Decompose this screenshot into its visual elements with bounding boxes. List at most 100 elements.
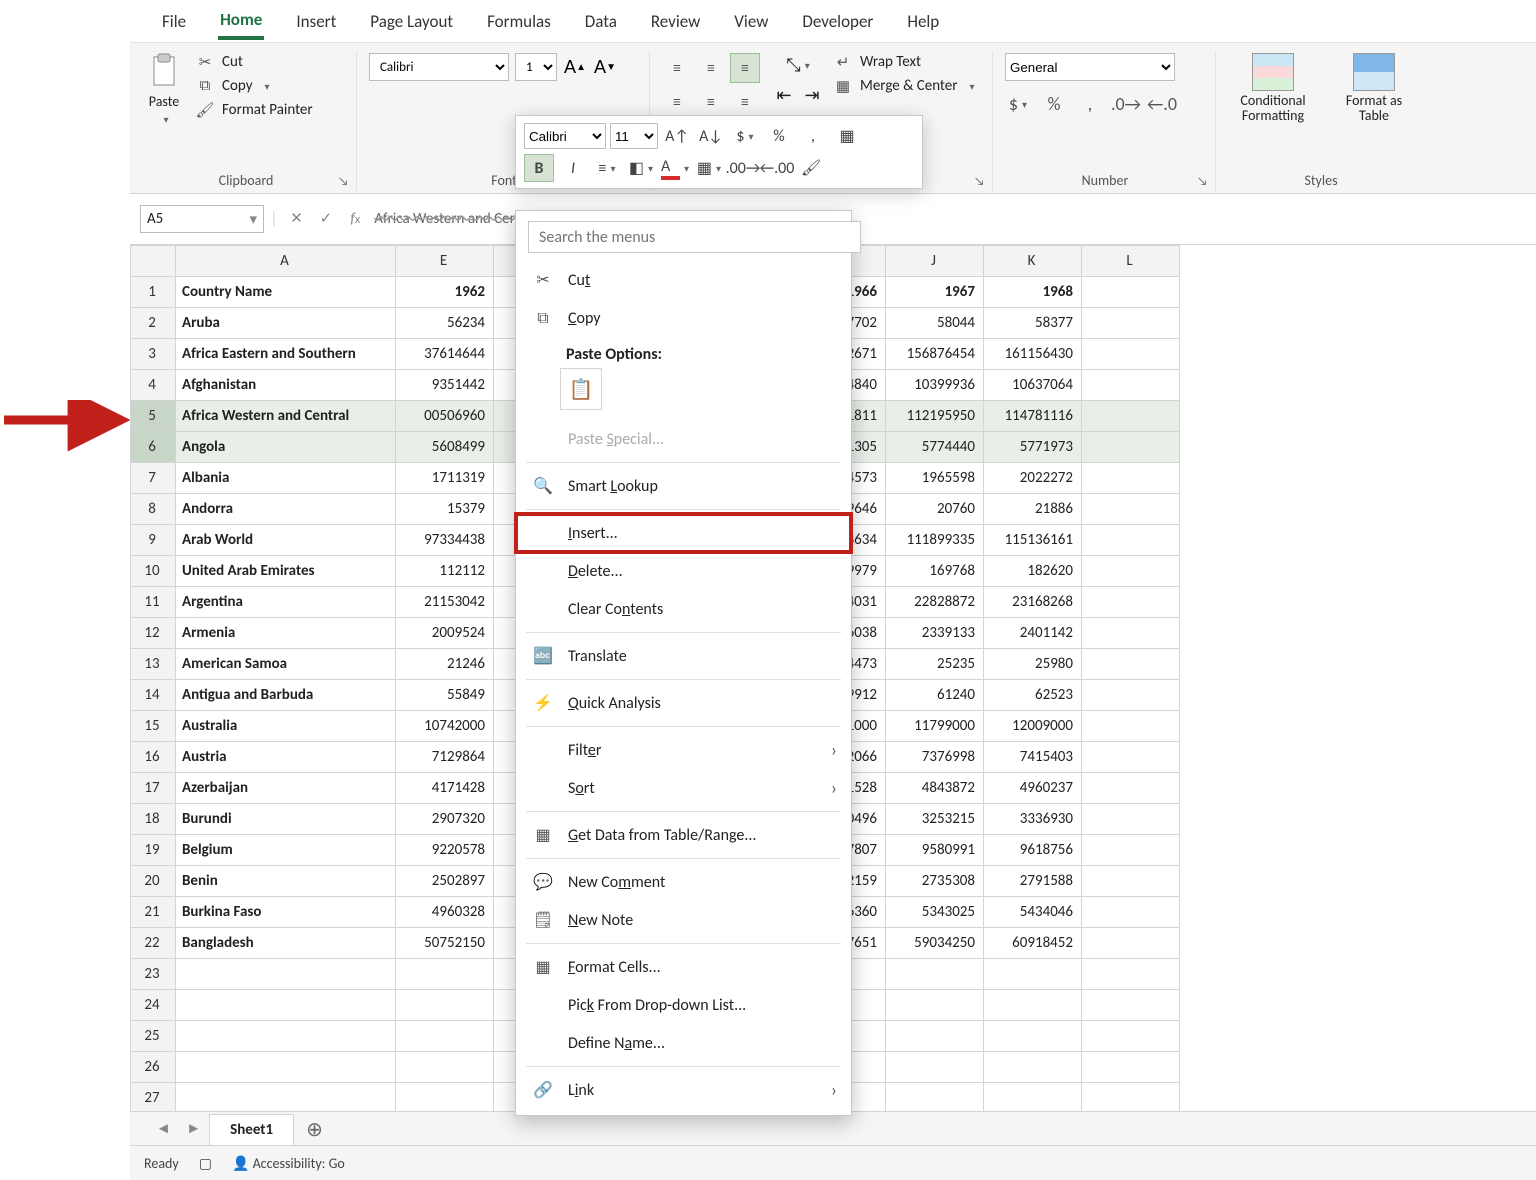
cell[interactable]: 10399936: [886, 370, 984, 401]
align-top[interactable]: ≡: [662, 53, 692, 83]
cell[interactable]: 1965598: [886, 463, 984, 494]
cell[interactable]: [1082, 711, 1180, 742]
cell[interactable]: 22828872: [886, 587, 984, 618]
cell[interactable]: 111899335: [886, 525, 984, 556]
cell[interactable]: [396, 1021, 494, 1052]
row-header[interactable]: 20: [131, 866, 176, 897]
cell[interactable]: 182620: [984, 556, 1082, 587]
tab-pagelayout[interactable]: Page Layout: [368, 7, 455, 38]
cell[interactable]: [1082, 773, 1180, 804]
tab-file[interactable]: File: [160, 7, 188, 38]
cell[interactable]: [1082, 494, 1180, 525]
cell[interactable]: [1082, 649, 1180, 680]
clipboard-dialog-launcher[interactable]: ↘: [338, 175, 352, 189]
row-header[interactable]: 1: [131, 277, 176, 308]
row-header[interactable]: 27: [131, 1083, 176, 1114]
cell[interactable]: 37614644: [396, 339, 494, 370]
row-header[interactable]: 7: [131, 463, 176, 494]
row-header[interactable]: 12: [131, 618, 176, 649]
mini-increase-font[interactable]: A↑: [662, 122, 692, 150]
cell[interactable]: [176, 1021, 396, 1052]
cell[interactable]: 2009524: [396, 618, 494, 649]
cell[interactable]: Austria: [176, 742, 396, 773]
cell[interactable]: [1082, 959, 1180, 990]
font-size-select[interactable]: 11: [515, 53, 557, 81]
mini-accounting-format[interactable]: $: [730, 122, 760, 150]
align-left[interactable]: ≡: [662, 87, 692, 117]
cell[interactable]: 4843872: [886, 773, 984, 804]
cell[interactable]: 50752150: [396, 928, 494, 959]
cell[interactable]: Belgium: [176, 835, 396, 866]
cell[interactable]: 9220578: [396, 835, 494, 866]
cell[interactable]: 4171428: [396, 773, 494, 804]
mini-font-name[interactable]: Calibri: [524, 123, 606, 149]
increase-decimal-button[interactable]: .0→: [1113, 91, 1139, 117]
add-sheet-button[interactable]: ⊕: [296, 1117, 333, 1142]
cell[interactable]: 2022272: [984, 463, 1082, 494]
mini-percent-format[interactable]: %: [764, 122, 794, 150]
cell[interactable]: 23168268: [984, 587, 1082, 618]
row-header[interactable]: 3: [131, 339, 176, 370]
cell[interactable]: Angola: [176, 432, 396, 463]
tab-view[interactable]: View: [732, 7, 770, 38]
cell[interactable]: [1082, 432, 1180, 463]
cell[interactable]: 62523: [984, 680, 1082, 711]
cell[interactable]: 114781116: [984, 401, 1082, 432]
ctx-delete[interactable]: Delete...: [516, 552, 851, 590]
cell[interactable]: 3253215: [886, 804, 984, 835]
number-format-select[interactable]: General: [1005, 53, 1175, 81]
align-middle[interactable]: ≡: [696, 53, 726, 83]
cell[interactable]: 2502897: [396, 866, 494, 897]
mini-font-size[interactable]: 11: [610, 123, 658, 149]
cell[interactable]: 58377: [984, 308, 1082, 339]
cell[interactable]: United Arab Emirates: [176, 556, 396, 587]
row-header[interactable]: 10: [131, 556, 176, 587]
select-all-cell[interactable]: [131, 246, 176, 277]
cell[interactable]: [886, 1021, 984, 1052]
cancel-edit-button[interactable]: ✕: [284, 206, 310, 232]
cell[interactable]: 9580991: [886, 835, 984, 866]
accounting-format-button[interactable]: $: [1005, 91, 1031, 117]
cell[interactable]: Benin: [176, 866, 396, 897]
row-header[interactable]: 25: [131, 1021, 176, 1052]
mini-comma-format[interactable]: ,: [798, 122, 828, 150]
ctx-cut[interactable]: ✂ Cut: [516, 261, 851, 299]
increase-font-button[interactable]: A▲: [563, 55, 587, 79]
sheet-nav-prev[interactable]: ◄: [150, 1120, 177, 1138]
mini-increase-decimal[interactable]: .00→: [728, 154, 758, 182]
macro-record-icon[interactable]: ▢: [199, 1155, 212, 1172]
cell[interactable]: [1082, 928, 1180, 959]
row-header[interactable]: 14: [131, 680, 176, 711]
cell[interactable]: 2401142: [984, 618, 1082, 649]
cell[interactable]: 10637064: [984, 370, 1082, 401]
cell[interactable]: 25980: [984, 649, 1082, 680]
cell[interactable]: 5771973: [984, 432, 1082, 463]
cell[interactable]: Argentina: [176, 587, 396, 618]
confirm-edit-button[interactable]: ✓: [313, 206, 339, 232]
ctx-format-cells[interactable]: ▦ Format Cells...: [516, 948, 851, 986]
cell[interactable]: 7415403: [984, 742, 1082, 773]
cell[interactable]: [1082, 463, 1180, 494]
cell[interactable]: Azerbaijan: [176, 773, 396, 804]
ctx-link[interactable]: 🔗 Link: [516, 1071, 851, 1109]
sheet-tab-sheet1[interactable]: Sheet1: [209, 1114, 294, 1145]
cell[interactable]: 2907320: [396, 804, 494, 835]
cell[interactable]: [1082, 587, 1180, 618]
row-header[interactable]: 26: [131, 1052, 176, 1083]
cell[interactable]: [1082, 680, 1180, 711]
cell[interactable]: 9618756: [984, 835, 1082, 866]
cell[interactable]: 5774440: [886, 432, 984, 463]
cell[interactable]: American Samoa: [176, 649, 396, 680]
accessibility-status[interactable]: 👤 Accessibility: Go: [232, 1155, 345, 1172]
row-header[interactable]: 16: [131, 742, 176, 773]
context-menu-search[interactable]: [528, 221, 861, 253]
cell[interactable]: 1968: [984, 277, 1082, 308]
col-header-K[interactable]: K: [984, 246, 1082, 277]
cell[interactable]: [1082, 835, 1180, 866]
row-header[interactable]: 4: [131, 370, 176, 401]
row-header[interactable]: 5: [131, 401, 176, 432]
cell[interactable]: [1082, 990, 1180, 1021]
cell[interactable]: [396, 1052, 494, 1083]
cell[interactable]: [1082, 277, 1180, 308]
mini-font-color[interactable]: A: [660, 154, 690, 182]
